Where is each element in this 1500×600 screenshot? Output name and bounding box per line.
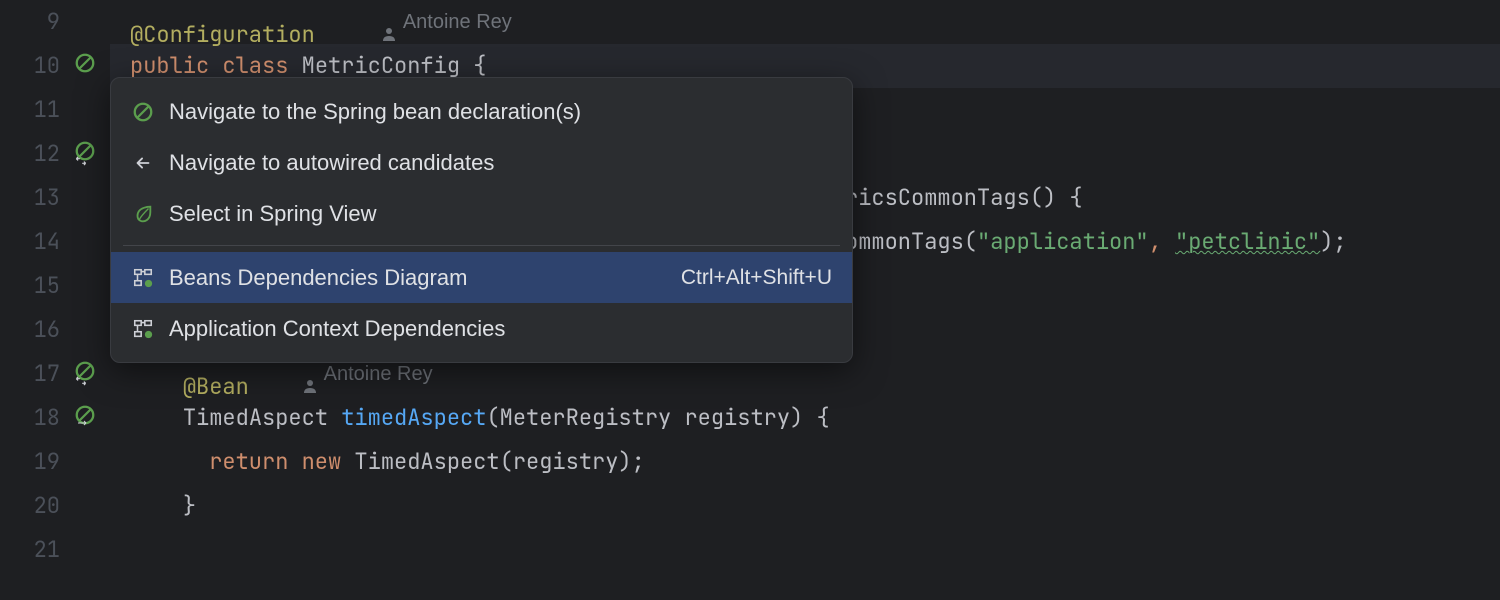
menu-separator <box>123 245 840 246</box>
line-number: 19 <box>0 440 60 484</box>
keyword-token: class <box>222 51 288 80</box>
menu-item-shortcut: Ctrl+Alt+Shift+U <box>681 266 832 290</box>
line-number: 15 <box>0 264 60 308</box>
class-name-token: MetricConfig <box>302 51 460 80</box>
menu-item-label: Beans Dependencies Diagram <box>169 265 667 291</box>
text-token: ); <box>1320 227 1346 256</box>
line-number: 17 <box>0 352 60 396</box>
spring-no-icon <box>131 100 155 124</box>
code-line[interactable]: return new TimedAspect(registry); <box>130 440 1500 484</box>
menu-item-label: Application Context Dependencies <box>169 316 832 342</box>
string-token: "application" <box>977 227 1149 256</box>
line-number: 16 <box>0 308 60 352</box>
keyword-token: public <box>130 51 209 80</box>
spring-bean-gutter-icon[interactable] <box>74 52 100 78</box>
text-token: ) { <box>790 403 830 432</box>
paren-token: ( <box>486 403 499 432</box>
code-line[interactable]: @Configuration Antoine Rey <box>130 0 1500 44</box>
line-number: 11 <box>0 88 60 132</box>
line-number: 9 <box>0 0 60 44</box>
arrow-left-icon <box>131 151 155 175</box>
line-number: 13 <box>0 176 60 220</box>
gutter-icon-area <box>70 0 110 600</box>
text-token: ommonTags( <box>845 227 977 256</box>
person-icon <box>302 366 318 382</box>
spring-bean-gutter-icon[interactable] <box>74 360 100 386</box>
gutter-context-menu: Navigate to the Spring bean declaration(… <box>110 77 853 363</box>
keyword-token: new <box>302 447 342 476</box>
diagram-icon <box>131 317 155 341</box>
type-token: TimedAspect <box>183 403 328 432</box>
code-line[interactable]: } <box>130 484 1500 528</box>
method-token: ricsCommonTags() { <box>845 183 1083 212</box>
ctor-token: TimedAspect(registry); <box>354 447 644 476</box>
keyword-token: return <box>209 447 288 476</box>
person-icon <box>381 14 397 30</box>
menu-item-label: Navigate to autowired candidates <box>169 150 832 176</box>
annotation-token: @Bean <box>183 372 249 401</box>
brace-token: } <box>183 491 196 520</box>
string-token: "petclinic" <box>1175 227 1320 256</box>
line-number: 21 <box>0 528 60 572</box>
spring-bean-gutter-icon[interactable] <box>74 404 100 430</box>
line-number: 12 <box>0 132 60 176</box>
menu-item-navigate-autowired[interactable]: Navigate to autowired candidates <box>111 137 852 188</box>
line-number: 10 <box>0 44 60 88</box>
annotation-token: @Configuration <box>130 20 315 49</box>
author-name: Antoine Rey <box>403 0 512 44</box>
menu-item-context-dependencies[interactable]: Application Context Dependencies <box>111 303 852 354</box>
line-number: 20 <box>0 484 60 528</box>
line-number: 18 <box>0 396 60 440</box>
param-token: registry <box>684 403 790 432</box>
line-number: 14 <box>0 220 60 264</box>
code-line[interactable] <box>130 528 1500 572</box>
line-number-gutter: 9 10 11 12 13 14 15 16 17 18 19 20 21 <box>0 0 70 600</box>
code-line[interactable]: TimedAspect timedAspect(MeterRegistry re… <box>130 396 1500 440</box>
brace-token: { <box>473 51 486 80</box>
spring-leaf-icon <box>131 202 155 226</box>
spring-bean-gutter-icon[interactable] <box>74 140 100 166</box>
menu-item-label: Select in Spring View <box>169 201 832 227</box>
menu-item-beans-diagram[interactable]: Beans Dependencies Diagram Ctrl+Alt+Shif… <box>111 252 852 303</box>
author-hint: Antoine Rey <box>381 0 512 44</box>
type-token: MeterRegistry <box>500 403 672 432</box>
menu-item-label: Navigate to the Spring bean declaration(… <box>169 99 832 125</box>
method-token: timedAspect <box>341 403 486 432</box>
menu-item-select-spring-view[interactable]: Select in Spring View <box>111 188 852 239</box>
comma-token: , <box>1149 227 1162 256</box>
menu-item-navigate-bean[interactable]: Navigate to the Spring bean declaration(… <box>111 86 852 137</box>
diagram-icon <box>131 266 155 290</box>
